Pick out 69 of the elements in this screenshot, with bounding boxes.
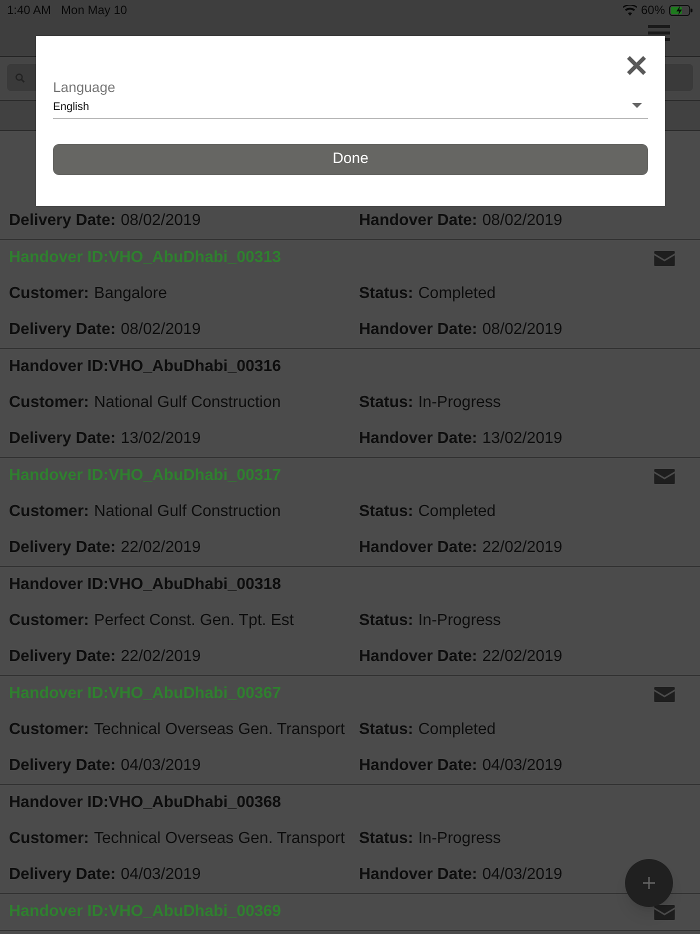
- field-value: 22/02/2019: [482, 647, 562, 667]
- field-value: 22/02/2019: [120, 538, 201, 558]
- field-label: Customer:: [9, 611, 90, 631]
- mail-icon[interactable]: [654, 468, 675, 484]
- field-label: Handover Date:: [359, 647, 478, 667]
- field-value: 04/03/2019: [482, 865, 562, 885]
- field-label: Delivery Date:: [9, 756, 116, 776]
- field-value: Technical Overseas Gen. Transport: [94, 720, 345, 740]
- field-label: Status:: [359, 611, 414, 631]
- field-label: Status:: [359, 502, 414, 522]
- field-value: Perfect Const. Gen. Tpt. Est: [94, 611, 294, 631]
- field-value: 13/02/2019: [482, 429, 562, 449]
- field-label: Delivery Date:: [9, 320, 116, 340]
- field-value: 08/02/2019: [482, 320, 562, 340]
- handover-id[interactable]: Handover ID:VHO_AbuDhabi_00318: [9, 573, 282, 597]
- field-label: Customer:: [9, 502, 90, 522]
- field-label: Handover Date:: [359, 865, 478, 885]
- field-value: Technical Overseas Gen. Transport: [94, 829, 345, 849]
- field-value: In-Progress: [418, 611, 501, 631]
- search-icon: [15, 72, 25, 82]
- field-label: Delivery Date:: [9, 538, 116, 558]
- plus-icon: [643, 877, 655, 889]
- field-label: Customer:: [9, 829, 90, 849]
- mail-icon[interactable]: [654, 904, 675, 920]
- field-label: Handover Date:: [359, 538, 478, 558]
- wifi-icon: [622, 4, 637, 16]
- field-value: 04/03/2019: [120, 865, 201, 885]
- field-value: Completed: [418, 284, 496, 304]
- field-label: Status:: [359, 720, 414, 740]
- field-value: 22/02/2019: [120, 647, 201, 667]
- field-value: 04/03/2019: [482, 756, 562, 776]
- field-value: 13/02/2019: [120, 429, 201, 449]
- add-button[interactable]: [625, 859, 673, 907]
- field-label: Delivery Date:: [9, 429, 116, 449]
- field-value: Bangalore: [94, 284, 167, 304]
- field-value: 08/02/2019: [120, 320, 201, 340]
- field-value: National Gulf Construction: [94, 393, 281, 413]
- field-value: 08/02/2019: [120, 211, 201, 231]
- done-button[interactable]: Done: [53, 144, 648, 175]
- field-value: Completed: [418, 502, 496, 522]
- handover-id[interactable]: Handover ID:VHO_AbuDhabi_00368: [9, 791, 282, 815]
- field-label: Handover Date:: [359, 429, 478, 449]
- field-label: Customer:: [9, 720, 90, 740]
- field-value: In-Progress: [418, 829, 501, 849]
- handover-id[interactable]: Handover ID:VHO_AbuDhabi_00316: [9, 355, 282, 379]
- mail-icon[interactable]: [654, 686, 675, 702]
- field-value: Completed: [418, 720, 496, 740]
- field-label: Customer:: [9, 393, 90, 413]
- dropdown-caret-icon: [632, 103, 642, 108]
- field-value: 08/02/2019: [482, 211, 562, 231]
- field-label: Delivery Date:: [9, 211, 116, 231]
- field-value: 22/02/2019: [482, 538, 562, 558]
- field-label: Handover Date:: [359, 756, 478, 776]
- field-label: Status:: [359, 829, 414, 849]
- field-value: 04/03/2019: [120, 756, 201, 776]
- field-value: In-Progress: [418, 393, 501, 413]
- language-label: Language: [53, 78, 116, 96]
- close-icon[interactable]: [627, 56, 646, 75]
- field-label: Customer:: [9, 284, 90, 304]
- field-label: Status:: [359, 393, 414, 413]
- field-label: Status:: [359, 284, 414, 304]
- language-select[interactable]: English: [53, 99, 648, 119]
- field-label: Handover Date:: [359, 320, 478, 340]
- field-label: Handover Date:: [359, 211, 478, 231]
- field-label: Delivery Date:: [9, 865, 116, 885]
- battery-icon: [669, 4, 693, 16]
- field-label: Delivery Date:: [9, 647, 116, 667]
- field-value: National Gulf Construction: [94, 502, 281, 522]
- mail-icon[interactable]: [654, 250, 675, 266]
